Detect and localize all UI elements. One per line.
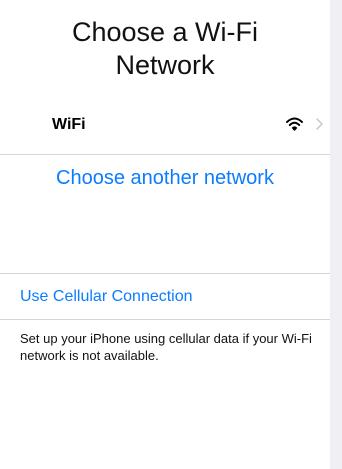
wifi-icon	[286, 117, 303, 131]
use-cellular-button[interactable]: Use Cellular Connection	[20, 288, 193, 306]
chevron-right-icon	[316, 118, 323, 130]
divider	[0, 273, 330, 274]
background-strip	[330, 0, 342, 469]
divider	[0, 154, 330, 155]
page-title-line-2: Network	[115, 50, 215, 80]
wifi-setup-panel: Choose a Wi-Fi Network WiFi Choose anoth…	[0, 0, 330, 469]
cellular-description: Set up your iPhone using cellular data i…	[20, 331, 312, 363]
choose-another-network-button[interactable]: Choose another network	[0, 167, 330, 190]
network-row-wifi[interactable]: WiFi	[0, 101, 330, 153]
network-name: WiFi	[52, 116, 86, 133]
page-title-line-1: Choose a Wi-Fi	[71, 17, 259, 47]
page-title: Choose a Wi-Fi Network	[0, 16, 330, 82]
divider	[0, 319, 330, 320]
